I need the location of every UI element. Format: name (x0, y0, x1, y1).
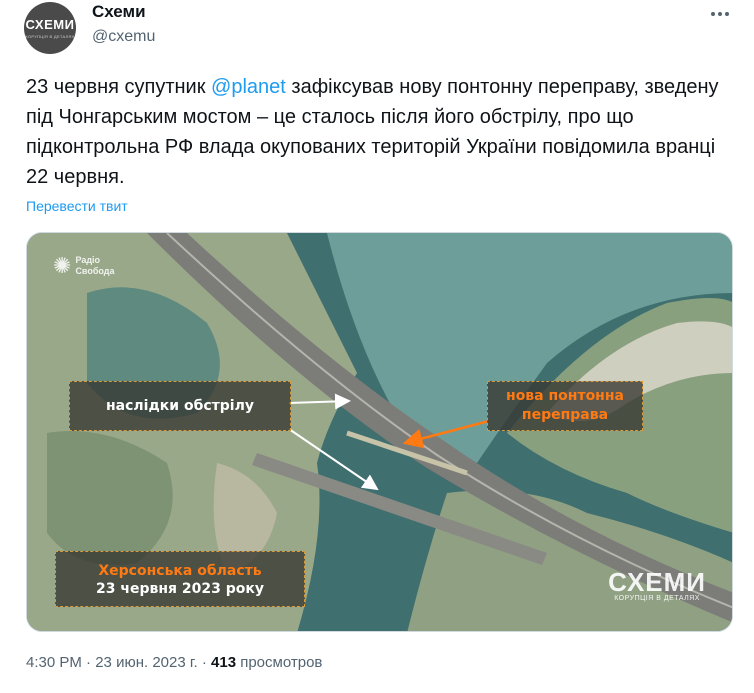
watermark-schemes-sub: КОРУПЦІЯ В ДЕТАЛЯХ (614, 595, 700, 602)
tweet-date[interactable]: 23 июн. 2023 г. (95, 654, 197, 671)
mention-link[interactable]: @planet (211, 76, 286, 98)
tweet-text-part: 23 червня супутник (26, 76, 212, 98)
label-damage: наслідки обстрілу (106, 398, 254, 414)
watermark-schemes: СХЕМИ (608, 567, 706, 597)
translate-link[interactable]: Перевести твит (26, 198, 128, 214)
views-label: просмотров (240, 654, 323, 671)
label-new-line: переправа (521, 407, 609, 423)
meta-separator: · (86, 654, 92, 671)
schemes-watermark: СХЕМИ КОРУПЦІЯ В ДЕТАЛЯХ (608, 569, 706, 602)
radio-svoboda-watermark: ✺ Радіо Свобода (53, 255, 115, 277)
watermark-rs-line: Радіо (75, 255, 101, 265)
watermark-rs-line: Свобода (75, 266, 115, 276)
tweet: СХЕМИ КОРУПЦІЯ В ДЕТАЛЯХ Схеми @cxemu 23… (0, 0, 754, 693)
label-region-box: Херсонська область 23 червня 2023 року (55, 551, 305, 607)
avatar[interactable]: СХЕМИ КОРУПЦІЯ В ДЕТАЛЯХ (24, 2, 76, 54)
label-new-line: нова понтонна (506, 388, 624, 404)
author-handle[interactable]: @cxemu (92, 28, 155, 46)
avatar-logo-text: СХЕМИ (25, 16, 75, 32)
author-name[interactable]: Схеми (92, 2, 146, 22)
more-icon[interactable] (708, 4, 732, 24)
label-damage-box: наслідки обстрілу (69, 381, 291, 431)
label-region: Херсонська область (98, 562, 262, 579)
tweet-text: 23 червня супутник @planet зафіксував но… (26, 72, 736, 192)
radio-svoboda-logo-icon: ✺ (53, 253, 72, 278)
avatar-logo-subtext: КОРУПЦІЯ В ДЕТАЛЯХ (25, 33, 75, 39)
label-date: 23 червня 2023 року (96, 580, 264, 597)
label-new-pontoon-box: нова понтонна переправа (487, 381, 643, 431)
views-count: 413 (211, 654, 237, 671)
tweet-time[interactable]: 4:30 PM (26, 654, 82, 671)
meta-separator: · (201, 654, 207, 671)
tweet-image[interactable]: ✺ Радіо Свобода наслідки обстрілу нова п… (26, 232, 733, 632)
tweet-meta: 4:30 PM · 23 июн. 2023 г. · 413 просмотр… (26, 654, 322, 671)
